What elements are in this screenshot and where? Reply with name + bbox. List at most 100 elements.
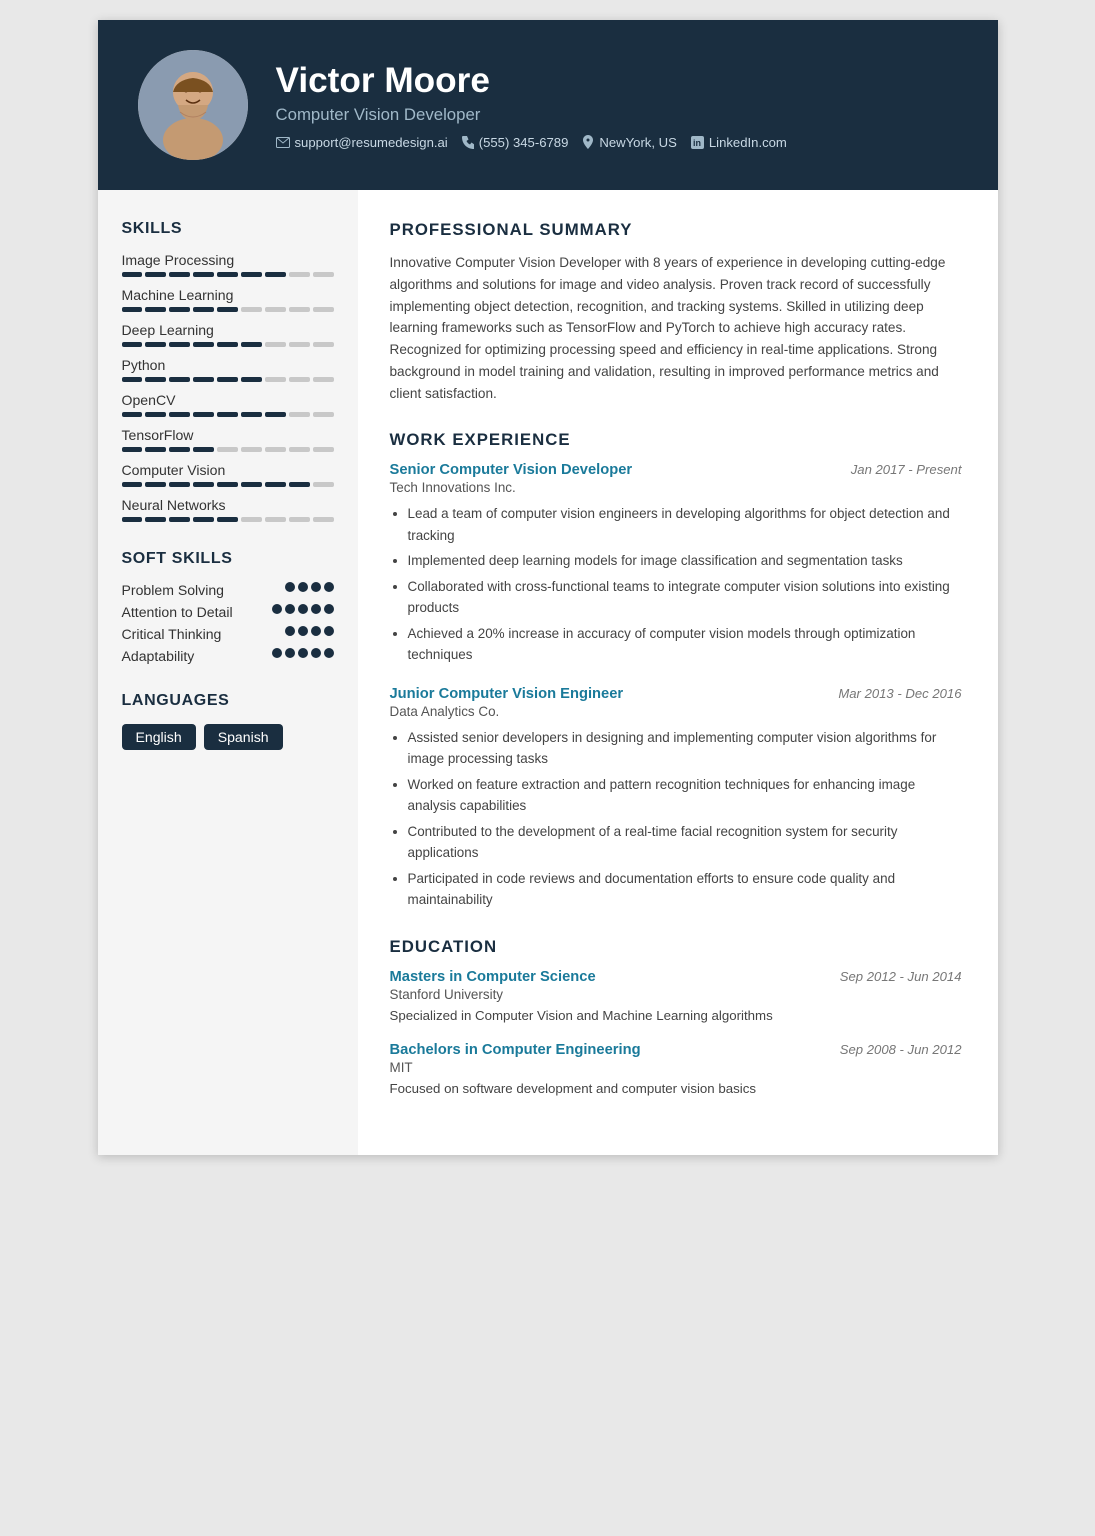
bar-segment-filled <box>265 482 286 487</box>
job-header: Senior Computer Vision Developer Jan 201… <box>390 462 962 478</box>
bar-segment-filled <box>122 447 143 452</box>
linkedin-icon: in <box>691 136 704 149</box>
edu-date: Sep 2012 - Jun 2014 <box>840 969 962 984</box>
soft-skill-item: Problem Solving <box>122 582 334 598</box>
soft-skill-dots <box>285 582 334 592</box>
bar-segment-filled <box>217 482 238 487</box>
phone-icon <box>462 135 474 149</box>
candidate-name: Victor Moore <box>276 61 787 101</box>
bar-segment-empty <box>289 377 310 382</box>
dot <box>285 626 295 636</box>
contact-location: NewYork, US <box>582 135 676 150</box>
edu-header: Masters in Computer Science Sep 2012 - J… <box>390 969 962 985</box>
bar-segment-filled <box>193 412 214 417</box>
bar-segment-filled <box>145 272 166 277</box>
dot <box>298 582 308 592</box>
bar-segment-filled <box>193 272 214 277</box>
soft-skill-item: Attention to Detail <box>122 604 334 620</box>
skill-bar <box>122 447 334 452</box>
language-tag: English <box>122 724 196 750</box>
bar-segment-filled <box>193 447 214 452</box>
bar-segment-filled <box>145 447 166 452</box>
bar-segment-empty <box>289 307 310 312</box>
soft-skills-title: SOFT SKILLS <box>122 550 334 568</box>
skill-name: OpenCV <box>122 392 334 408</box>
dot <box>298 626 308 636</box>
bar-segment-filled <box>145 307 166 312</box>
bar-segment-filled <box>145 482 166 487</box>
candidate-title: Computer Vision Developer <box>276 105 787 125</box>
bar-segment-empty <box>241 447 262 452</box>
bar-segment-empty <box>265 342 286 347</box>
dot <box>272 648 282 658</box>
dot <box>311 626 321 636</box>
dot <box>311 582 321 592</box>
bar-segment-filled <box>217 412 238 417</box>
edu-desc: Focused on software development and comp… <box>390 1079 962 1099</box>
soft-skill-item: Adaptability <box>122 648 334 664</box>
svg-text:in: in <box>693 138 701 148</box>
summary-text: Innovative Computer Vision Developer wit… <box>390 252 962 404</box>
languages-section: LANGUAGES EnglishSpanish <box>122 692 334 750</box>
bar-segment-empty <box>289 412 310 417</box>
bar-segment-filled <box>193 517 214 522</box>
skill-bar <box>122 412 334 417</box>
bar-segment-empty <box>289 342 310 347</box>
edu-school: Stanford University <box>390 987 962 1002</box>
bar-segment-empty <box>217 447 238 452</box>
dot <box>324 604 334 614</box>
bar-segment-filled <box>217 342 238 347</box>
bar-segment-filled <box>241 342 262 347</box>
bar-segment-empty <box>313 517 334 522</box>
bar-segment-filled <box>193 377 214 382</box>
skills-section: SKILLS Image ProcessingMachine LearningD… <box>122 220 334 522</box>
bar-segment-empty <box>313 307 334 312</box>
skill-bar <box>122 517 334 522</box>
dot <box>285 604 295 614</box>
jobs-list: Senior Computer Vision Developer Jan 201… <box>390 462 962 911</box>
bar-segment-filled <box>241 377 262 382</box>
bar-segment-filled <box>145 342 166 347</box>
skill-name: Deep Learning <box>122 322 334 338</box>
skill-bar <box>122 272 334 277</box>
bar-segment-empty <box>313 412 334 417</box>
dot <box>298 648 308 658</box>
email-icon <box>276 137 290 148</box>
bullet-item: Implemented deep learning models for ima… <box>408 550 962 572</box>
dot <box>324 626 334 636</box>
education-item: Bachelors in Computer Engineering Sep 20… <box>390 1042 962 1099</box>
location-icon <box>582 135 594 149</box>
dot <box>311 604 321 614</box>
resume-body: SKILLS Image ProcessingMachine LearningD… <box>98 190 998 1155</box>
bar-segment-filled <box>169 412 190 417</box>
bar-segment-filled <box>217 307 238 312</box>
resume-container: Victor Moore Computer Vision Developer s… <box>98 20 998 1155</box>
bar-segment-filled <box>169 342 190 347</box>
soft-skill-name: Attention to Detail <box>122 604 262 620</box>
bullet-item: Contributed to the development of a real… <box>408 821 962 864</box>
bar-segment-filled <box>217 272 238 277</box>
soft-skill-item: Critical Thinking <box>122 626 334 642</box>
job-title-text: Senior Computer Vision Developer <box>390 462 633 478</box>
bar-segment-filled <box>193 482 214 487</box>
avatar <box>138 50 248 160</box>
bullet-item: Collaborated with cross-functional teams… <box>408 576 962 619</box>
language-tag: Spanish <box>204 724 283 750</box>
skill-item: Python <box>122 357 334 382</box>
resume-header: Victor Moore Computer Vision Developer s… <box>98 20 998 190</box>
dot <box>272 604 282 614</box>
bar-segment-filled <box>193 342 214 347</box>
job-company: Tech Innovations Inc. <box>390 480 962 495</box>
soft-skill-dots <box>272 604 334 614</box>
bar-segment-filled <box>122 307 143 312</box>
education-list: Masters in Computer Science Sep 2012 - J… <box>390 969 962 1099</box>
bar-segment-empty <box>241 307 262 312</box>
bar-segment-empty <box>313 377 334 382</box>
bullet-item: Lead a team of computer vision engineers… <box>408 503 962 546</box>
bar-segment-filled <box>122 272 143 277</box>
bullet-item: Achieved a 20% increase in accuracy of c… <box>408 623 962 666</box>
summary-section: PROFESSIONAL SUMMARY Innovative Computer… <box>390 220 962 404</box>
header-info: Victor Moore Computer Vision Developer s… <box>276 61 787 150</box>
job-date: Jan 2017 - Present <box>851 462 962 477</box>
skills-title: SKILLS <box>122 220 334 238</box>
